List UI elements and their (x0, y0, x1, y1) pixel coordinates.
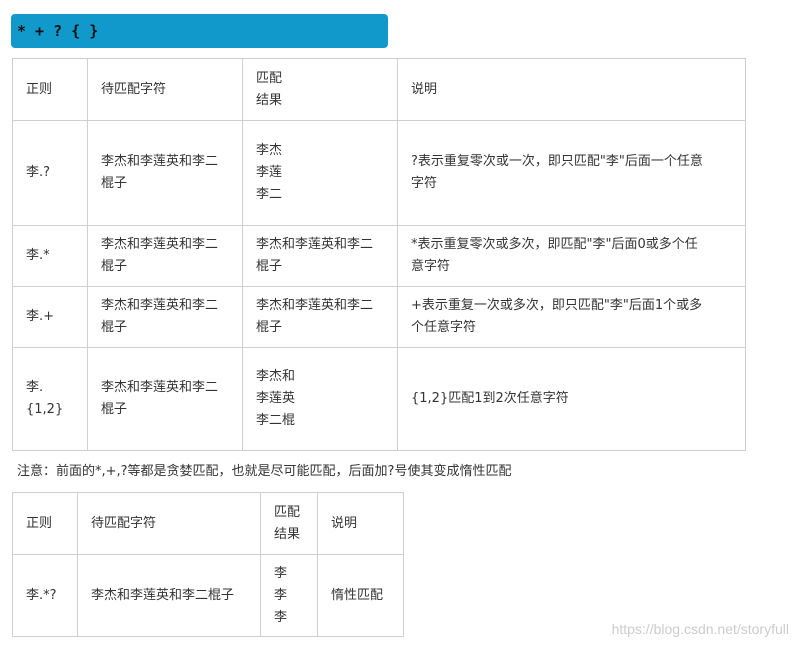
header-cell: 正则 (12, 492, 78, 555)
header-cell: 正则 (12, 58, 88, 121)
table-cell: 李.*? (12, 554, 78, 637)
table-header-row: 正则 待匹配字符 匹配 结果 说明 (12, 58, 746, 121)
table-cell: 李杰和李莲英和李二 棍子 (87, 225, 243, 287)
table-cell: *表示重复零次或多次，即匹配"李"后面0或多个任 意字符 (397, 225, 746, 287)
table-cell: 李.* (12, 225, 88, 287)
table-cell: 李.+ (12, 286, 88, 348)
header-cell: 待匹配字符 (87, 58, 243, 121)
table-cell: 李杰和李莲英和李二 棍子 (87, 347, 243, 451)
table-row: 李.* 李杰和李莲英和李二 棍子 李杰和李莲英和李二 棍子 *表示重复零次或多次… (12, 225, 746, 287)
header-cell: 匹配 结果 (242, 58, 398, 121)
greedy-note: 注意：前面的*,+,?等都是贪婪匹配，也就是尽可能匹配，后面加?号使其变成惰性匹… (17, 464, 512, 479)
table-row: 李. {1,2} 李杰和李莲英和李二 棍子 李杰和 李莲英 李二棍 {1,2}匹… (12, 347, 746, 451)
regex-quantifier-table: 正则 待匹配字符 匹配 结果 说明 李.? 李杰和李莲英和李二 棍子 李杰 李莲… (12, 58, 746, 451)
table-cell: 李杰 李莲 李二 (242, 120, 398, 226)
table-cell: 李杰和李莲英和李二棍子 (77, 554, 261, 637)
table-cell: 李杰和李莲英和李二 棍子 (242, 286, 398, 348)
table-row: 李.? 李杰和李莲英和李二 棍子 李杰 李莲 李二 ?表示重复零次或一次，即只匹… (12, 120, 746, 226)
table-cell: 惰性匹配 (317, 554, 404, 637)
table-cell: {1,2}匹配1到2次任意字符 (397, 347, 746, 451)
table-cell: 李.? (12, 120, 88, 226)
header-cell: 待匹配字符 (77, 492, 261, 555)
table-cell: +表示重复一次或多次，即只匹配"李"后面1个或多 个任意字符 (397, 286, 746, 348)
table-cell: 李杰和李莲英和李二 棍子 (87, 286, 243, 348)
header-cell: 说明 (317, 492, 404, 555)
table-header-row: 正则 待匹配字符 匹配 结果 说明 (12, 492, 404, 555)
table-cell: ?表示重复零次或一次，即只匹配"李"后面一个任意 字符 (397, 120, 746, 226)
table-row: 李.+ 李杰和李莲英和李二 棍子 李杰和李莲英和李二 棍子 +表示重复一次或多次… (12, 286, 746, 348)
table-row: 李.*? 李杰和李莲英和李二棍子 李 李 李 惰性匹配 (12, 554, 404, 637)
table-cell: 李杰和 李莲英 李二棍 (242, 347, 398, 451)
table-cell: 李杰和李莲英和李二 棍子 (87, 120, 243, 226)
table-cell: 李杰和李莲英和李二 棍子 (242, 225, 398, 287)
header-cell: 匹配 结果 (260, 492, 318, 555)
table-cell: 李 李 李 (260, 554, 318, 637)
section-title: * + ? { } (11, 14, 388, 48)
table-cell: 李. {1,2} (12, 347, 88, 451)
header-cell: 说明 (397, 58, 746, 121)
lazy-match-table: 正则 待匹配字符 匹配 结果 说明 李.*? 李杰和李莲英和李二棍子 李 李 李… (12, 492, 404, 637)
watermark: https://blog.csdn.net/storyfull (611, 621, 789, 637)
